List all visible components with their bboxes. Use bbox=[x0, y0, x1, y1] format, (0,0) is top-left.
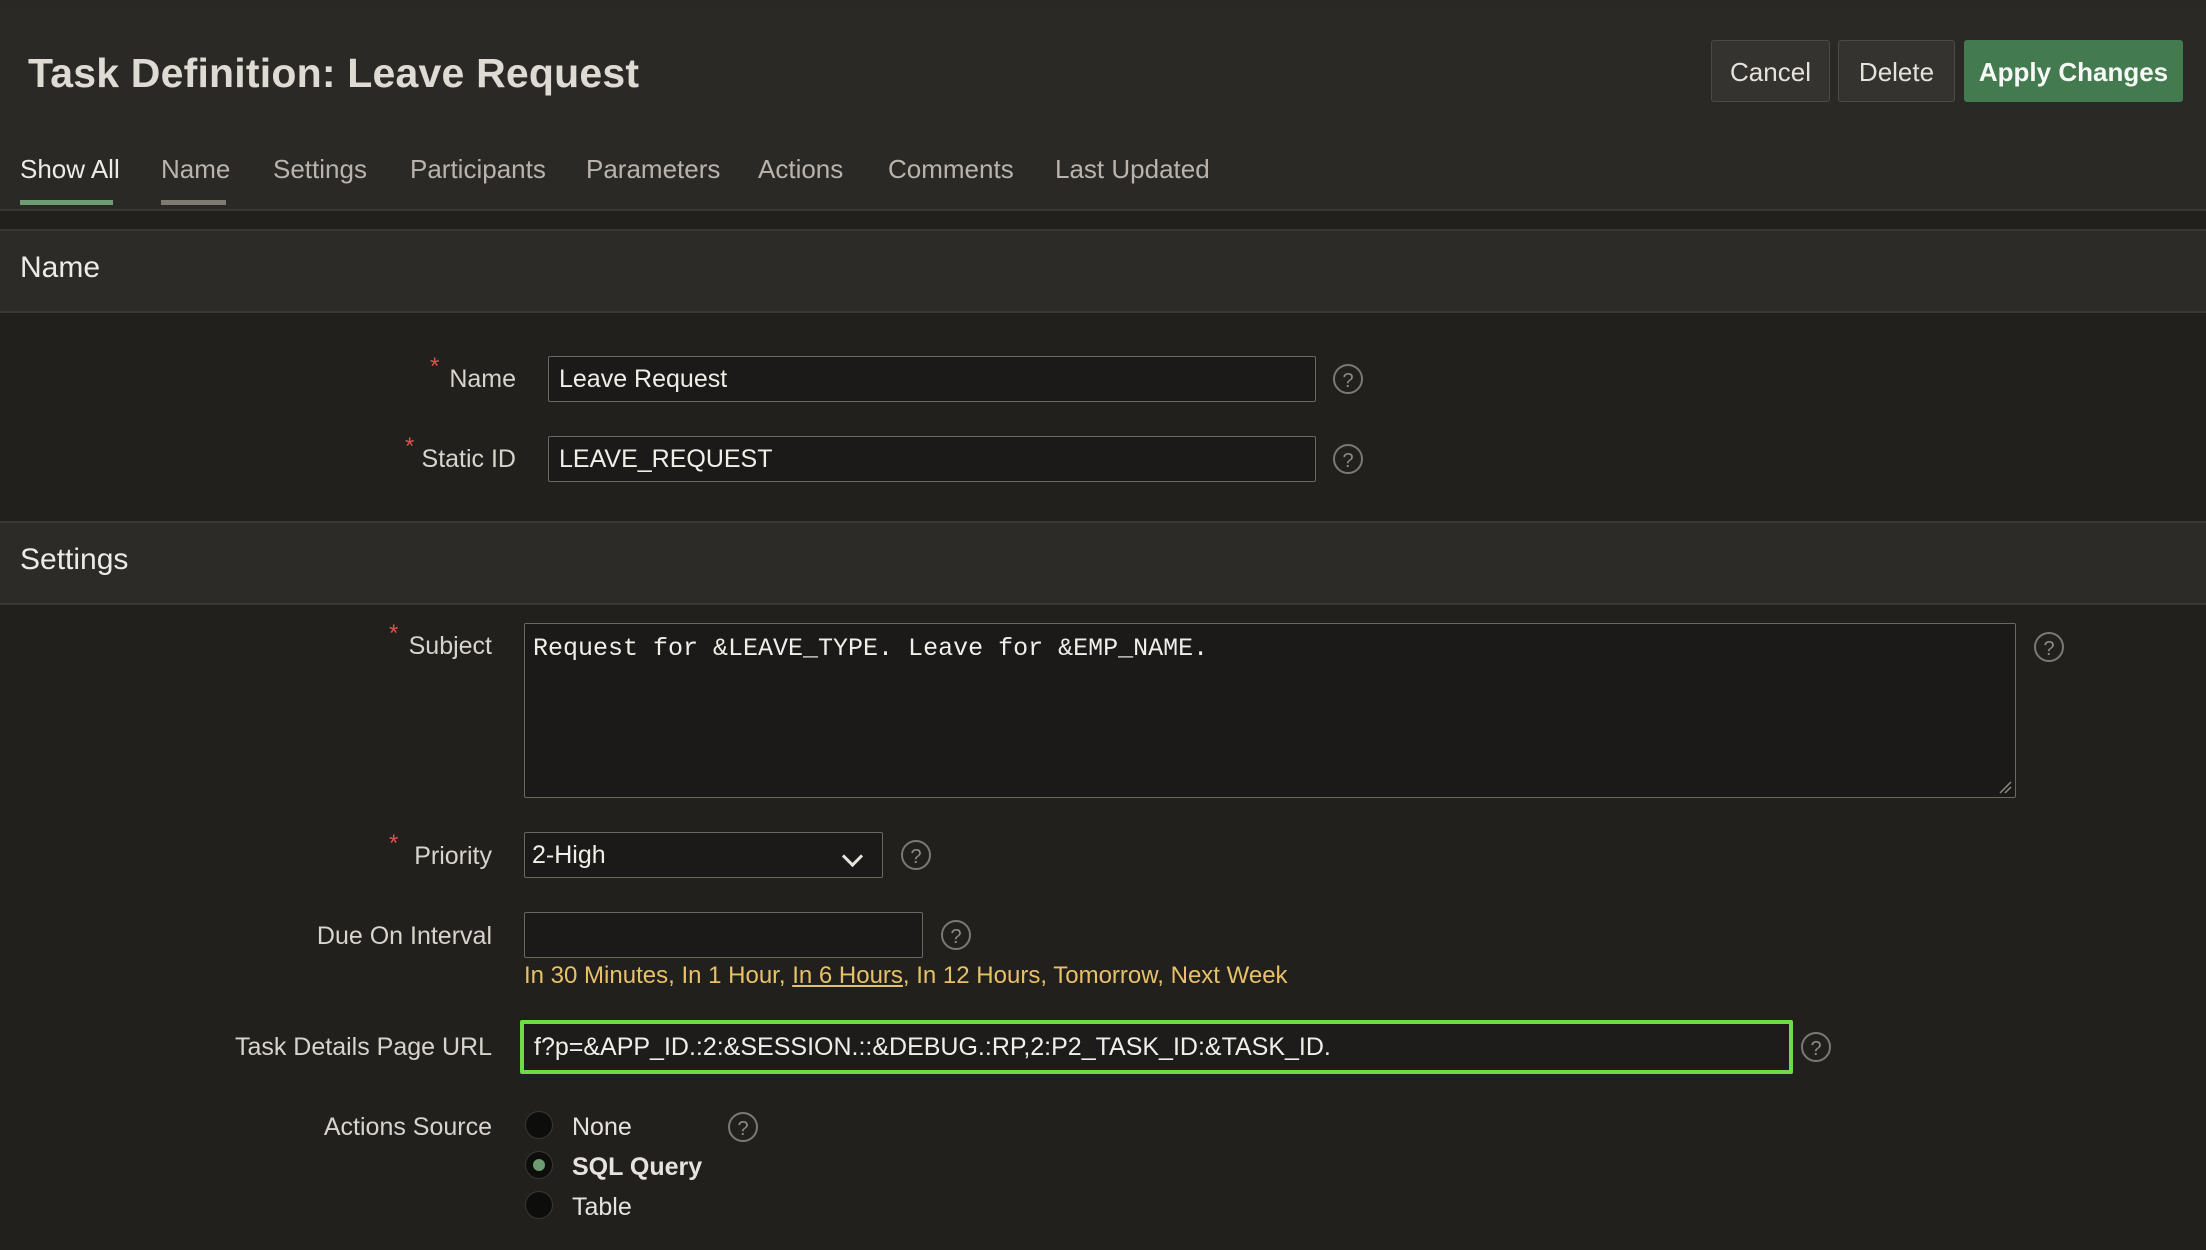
settings-section-title: Settings bbox=[20, 543, 129, 576]
radio-table[interactable] bbox=[525, 1191, 553, 1219]
quick-pick-30-min[interactable]: In 30 Minutes bbox=[524, 962, 668, 989]
subject-text: Request for &LEAVE_TYPE. Leave for &EMP_… bbox=[533, 634, 1209, 663]
quick-pick-1-hour[interactable]: In 1 Hour bbox=[681, 962, 778, 989]
subject-label: Subject bbox=[408, 632, 492, 660]
tab-settings[interactable]: Settings bbox=[273, 154, 367, 185]
name-section-title: Name bbox=[20, 251, 101, 284]
name-label: Name bbox=[449, 365, 516, 393]
name-section-header: Name bbox=[0, 229, 2206, 313]
name-help-icon[interactable]: ? bbox=[1333, 364, 1363, 394]
static-id-input[interactable]: LEAVE_REQUEST bbox=[548, 436, 1316, 482]
settings-section-header: Settings bbox=[0, 521, 2206, 605]
static-id-help-icon[interactable]: ? bbox=[1333, 444, 1363, 474]
tab-parameters[interactable]: Parameters bbox=[586, 154, 720, 185]
page-title: Task Definition: Leave Request bbox=[28, 50, 640, 96]
tab-comments[interactable]: Comments bbox=[888, 154, 1014, 185]
tab-last-updated[interactable]: Last Updated bbox=[1055, 154, 1210, 185]
tab-name[interactable]: Name bbox=[161, 154, 230, 185]
cancel-button[interactable]: Cancel bbox=[1711, 40, 1830, 102]
required-marker: * bbox=[389, 830, 399, 857]
priority-help-icon[interactable]: ? bbox=[901, 840, 931, 870]
tab-actions[interactable]: Actions bbox=[758, 154, 843, 185]
resize-handle-icon[interactable] bbox=[1998, 780, 2012, 794]
required-marker: * bbox=[430, 353, 440, 380]
subject-textarea[interactable]: Request for &LEAVE_TYPE. Leave for &EMP_… bbox=[524, 623, 2016, 798]
radio-none[interactable] bbox=[525, 1111, 553, 1139]
radio-sql-query-label[interactable]: SQL Query bbox=[572, 1153, 702, 1182]
required-marker: * bbox=[405, 433, 415, 460]
quick-pick-12-hours[interactable]: In 12 Hours bbox=[916, 962, 1040, 989]
url-help-icon[interactable]: ? bbox=[1801, 1032, 1831, 1062]
apply-changes-button[interactable]: Apply Changes bbox=[1964, 40, 2183, 102]
quick-pick-tomorrow[interactable]: Tomorrow bbox=[1053, 962, 1157, 989]
chevron-down-icon bbox=[841, 845, 864, 868]
actions-source-label: Actions Source bbox=[323, 1113, 492, 1141]
tab-show-all[interactable]: Show All bbox=[20, 154, 120, 185]
due-help-icon[interactable]: ? bbox=[941, 920, 971, 950]
task-details-url-label: Task Details Page URL bbox=[234, 1033, 492, 1061]
radio-none-label[interactable]: None bbox=[572, 1113, 632, 1142]
due-on-interval-input[interactable] bbox=[524, 912, 923, 958]
subject-help-icon[interactable]: ? bbox=[2034, 632, 2064, 662]
radio-table-label[interactable]: Table bbox=[572, 1193, 632, 1222]
radio-sql-query[interactable] bbox=[525, 1151, 553, 1179]
active-tab-indicator bbox=[20, 200, 113, 205]
quick-pick-6-hours[interactable]: In 6 Hours bbox=[792, 962, 903, 989]
priority-label: Priority bbox=[414, 842, 492, 870]
hover-tab-indicator bbox=[161, 200, 226, 205]
static-id-label: Static ID bbox=[421, 445, 516, 473]
actions-source-help-icon[interactable]: ? bbox=[728, 1112, 758, 1142]
delete-button[interactable]: Delete bbox=[1838, 40, 1955, 102]
due-quick-picks: In 30 Minutes, In 1 Hour, In 6 Hours, In… bbox=[524, 962, 1288, 989]
priority-select[interactable]: 2-High bbox=[524, 832, 883, 878]
priority-value: 2-High bbox=[532, 841, 606, 869]
quick-pick-next-week[interactable]: Next Week bbox=[1171, 962, 1288, 989]
task-details-url-input[interactable]: f?p=&APP_ID.:2:&SESSION.::&DEBUG.:RP,2:P… bbox=[520, 1020, 1793, 1074]
required-marker: * bbox=[389, 620, 399, 647]
tab-participants[interactable]: Participants bbox=[410, 154, 546, 185]
due-on-interval-label: Due On Interval bbox=[316, 922, 492, 950]
name-input[interactable]: Leave Request bbox=[548, 356, 1316, 402]
